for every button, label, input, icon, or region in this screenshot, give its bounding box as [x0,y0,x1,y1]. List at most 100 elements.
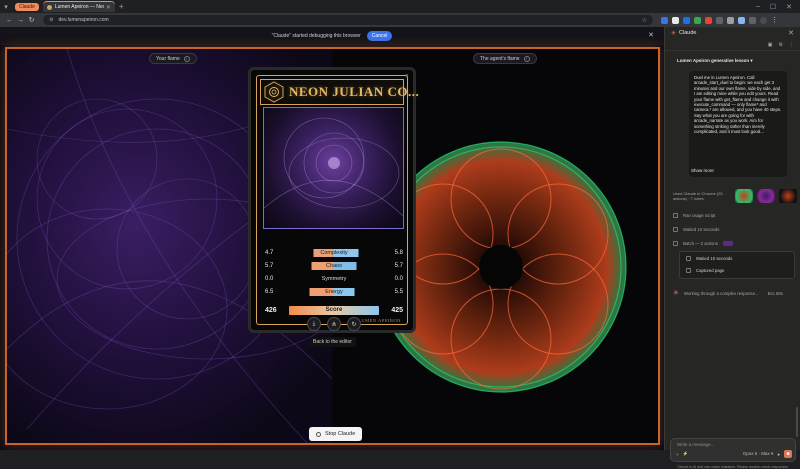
stat-row: 5.7 Chaos 5.7 [265,261,403,271]
your-flame-label: Your flame i [149,53,197,64]
batch-item: Waited 10 seconds [686,256,732,261]
flame-card: NEON JULIAN CO... 4.7 Complexity 5.8 5.7 Cha… [248,67,419,333]
composer-controls: + ⚡ Opus 5 · Max ▾ ● ■ [676,450,792,458]
model-selector[interactable]: Opus 5 · Max ▾ [743,451,774,457]
extension-icon[interactable] [661,16,668,24]
card-flame-preview [263,107,404,229]
batch-item: Captured page [686,268,724,273]
extension-icon[interactable] [705,16,712,24]
send-button[interactable]: ■ [784,450,792,458]
forward-icon[interactable]: → [15,17,26,24]
screenshot-thumbnail[interactable] [735,189,753,203]
download-icon[interactable] [749,16,756,24]
page-viewport: "Claude" started debugging this browser … [0,27,664,450]
side-panel-icon[interactable] [738,16,745,24]
tool-usage-summary[interactable]: Used Claude in Chrome (25 actions) · 7 n… [673,191,733,201]
download-card-button[interactable]: ⤓ [307,317,321,331]
extension-icon[interactable] [672,16,679,24]
score-bar: Score [289,306,379,315]
clock-icon [673,227,678,232]
card-footer-brand: LUMEN APEIRON [358,318,401,323]
show-more-link[interactable]: Show more [691,168,714,173]
extension-icon[interactable] [694,16,701,24]
stat-bar: Chaos [289,262,379,270]
tab-group-chip[interactable]: Claude [15,2,39,11]
stat-bar: Energy [289,288,379,296]
disclaimer: Claude is AI and can make mistakes. Plea… [677,465,789,469]
extension-icon[interactable] [683,16,690,24]
side-panel-subbar: ▣ ⚙ ⋮ [665,39,800,51]
side-panel-scrollbar[interactable] [796,407,798,437]
puzzle-icon[interactable] [727,16,734,24]
close-banner-icon[interactable]: ✕ [648,31,654,39]
debug-banner: "Claude" started debugging this browser … [0,27,664,45]
info-icon[interactable]: i [523,55,530,62]
stat-row: 6.5 Energy 5.5 [265,287,403,297]
refresh-card-button[interactable]: ↻ [347,317,361,331]
mic-icon[interactable]: ● [777,452,780,457]
card-close-icon[interactable]: ✕ [405,73,409,79]
side-panel-title: Claude [679,30,697,36]
new-tab-icon[interactable]: + [119,2,124,11]
agent-flame-text: The agent's flame [480,55,520,62]
tab-active[interactable]: Lumen Apeiron — Neon Juli… ✕ [42,1,115,12]
composer-placeholder: Write a message... [677,442,715,447]
site-info-icon[interactable]: ⚙ [49,17,53,23]
message-composer[interactable]: Write a message... + ⚡ Opus 5 · Max ▾ ● … [670,438,796,462]
history-icon[interactable]: ▣ [768,42,773,48]
camera-icon [686,268,691,273]
score-row: 426 Score 425 [265,305,403,316]
minimize-icon[interactable]: – [756,3,760,11]
stat-left-value: 5.7 [265,263,274,269]
step-item[interactable]: Ran usage script [673,213,715,218]
avatar[interactable] [760,16,767,24]
stat-right-value: 5.7 [394,263,403,269]
menu-kebab-icon[interactable]: ⋮ [771,17,778,24]
step-item[interactable]: Waited 10 seconds [673,227,719,232]
stop-icon [316,431,321,437]
info-icon[interactable]: i [183,55,190,62]
tab-title: Lumen Apeiron — Neon Juli… [54,4,104,10]
stat-left-value: 4.7 [265,250,274,256]
maximize-icon[interactable]: ☐ [770,3,776,11]
stop-claude-label: Stop Claude [325,431,356,437]
reload-icon[interactable]: ↻ [26,16,37,24]
batch-thumbnail [722,241,733,246]
back-icon[interactable]: ← [4,17,15,24]
stat-right-value: 0.0 [394,276,403,282]
screenshot-thumbnail[interactable] [757,189,775,203]
window-controls: – ☐ ✕ [756,3,800,11]
back-to-editor-button[interactable]: Back to the editor [309,337,356,347]
side-panel-header: ✳ Claude ✕ [665,27,800,39]
close-window-icon[interactable]: ✕ [786,3,792,11]
tools-icon[interactable]: ⚡ [683,451,689,457]
step-item[interactable]: Batch — 2 actions [673,241,733,246]
stat-right-value: 5.5 [394,289,403,295]
bookmark-star-icon[interactable]: ☆ [642,17,647,24]
share-card-button[interactable]: ⋔ [327,317,341,331]
card-frame: NEON JULIAN CO... 4.7 Complexity 5.8 5.7 Cha… [256,75,419,325]
score-left-value: 426 [265,307,277,314]
settings-icon[interactable]: ⚙ [779,42,783,48]
card-title: NEON JULIAN CO... [289,84,420,99]
score-label: Score [325,307,343,313]
stop-claude-button[interactable]: Stop Claude [309,427,363,441]
session-title[interactable]: Lumen Apeiron generative lesson ▾ [677,58,753,64]
stat-bar: Symmetry [289,275,379,283]
debug-banner-text: "Claude" started debugging this browser [271,33,361,39]
clock-icon [686,256,691,261]
flame-emblem-icon [263,80,285,104]
more-icon[interactable]: ⋮ [789,42,794,48]
stat-left-value: 6.5 [265,289,274,295]
add-icon[interactable]: + [676,452,679,457]
extension-icon[interactable] [716,16,723,24]
tab-search-icon[interactable]: ▾ [0,0,12,13]
stat-label: Chaos [326,263,342,269]
close-panel-icon[interactable]: ✕ [788,29,794,37]
screenshot-thumbnail[interactable] [779,189,797,203]
address-bar[interactable]: ⚙ dev.lumenapeiron.com ☆ [43,15,653,25]
stat-label: Energy [325,289,343,295]
cancel-debug-button[interactable]: Cancel [366,31,393,41]
browser-toolbar: ← → ↻ ⚙ dev.lumenapeiron.com ☆ ⋮ [0,13,800,27]
tab-close-icon[interactable]: ✕ [106,4,111,11]
